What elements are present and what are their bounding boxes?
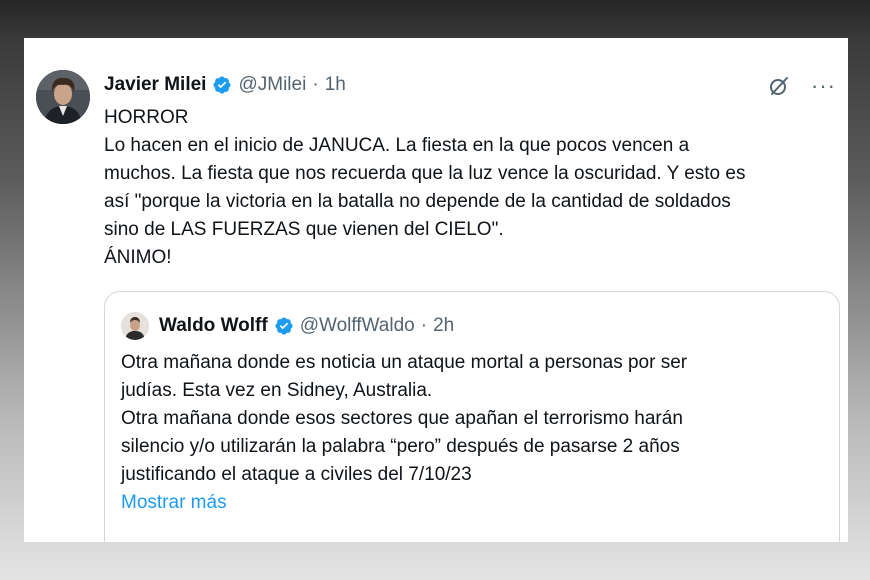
tweet-text-line: así "porque la victoria en la batalla no… (104, 191, 731, 212)
quoted-tweet[interactable]: Waldo Wolff @WolffWaldo · 2h Otra mañana… (104, 291, 840, 542)
tweet-card[interactable]: Javier Milei @JMilei · 1h ··· HORROR Lo … (24, 38, 848, 542)
tweet-text-line: Lo hacen en el inicio de JANUCA. La fies… (104, 135, 690, 156)
quoted-text-line: Otra mañana donde esos sectores que apañ… (121, 408, 683, 429)
grok-icon[interactable] (767, 74, 791, 98)
verified-badge-icon (213, 76, 231, 94)
quoted-author-name[interactable]: Waldo Wolff (159, 315, 268, 337)
tweet-text-line: ÁNIMO! (104, 247, 172, 268)
tweet-timestamp[interactable]: 1h (325, 74, 346, 96)
quoted-text-line: Otra mañana donde es noticia un ataque m… (121, 352, 688, 373)
quoted-header-separator: · (420, 315, 428, 336)
author-handle[interactable]: @JMilei (238, 74, 306, 96)
quoted-text-line: justificando el ataque a civiles del 7/1… (121, 464, 472, 485)
header-separator: · (312, 74, 319, 95)
quoted-tweet-text: Otra mañana donde es noticia un ataque m… (121, 349, 831, 517)
quoted-author-avatar-image (121, 312, 149, 340)
quoted-timestamp[interactable]: 2h (433, 315, 454, 337)
more-options-icon[interactable]: ··· (811, 75, 836, 97)
tweet-text-line: muchos. La fiesta que nos recuerda que l… (104, 163, 746, 184)
tweet-text: HORROR Lo hacen en el inicio de JANUCA. … (104, 104, 836, 272)
quoted-author-avatar[interactable] (121, 312, 149, 340)
author-avatar[interactable] (36, 70, 90, 124)
quoted-text-line: silencio y/o utilizarán la palabra “pero… (121, 436, 680, 457)
tweet-header: Javier Milei @JMilei · 1h (104, 71, 346, 99)
quoted-text-line: judías. Esta vez en Sidney, Australia. (121, 380, 433, 401)
tweet-text-line: HORROR (104, 107, 189, 128)
tweet-actions-top: ··· (767, 74, 836, 98)
author-avatar-image (36, 70, 90, 124)
verified-badge-icon (275, 317, 293, 335)
tweet-text-line: sino de LAS FUERZAS que vienen del CIELO… (104, 219, 504, 240)
show-more-link[interactable]: Mostrar más (121, 489, 831, 517)
quoted-author-handle[interactable]: @WolffWaldo (300, 315, 415, 337)
author-name[interactable]: Javier Milei (104, 74, 206, 96)
quoted-tweet-header: Waldo Wolff @WolffWaldo · 2h (121, 310, 454, 342)
